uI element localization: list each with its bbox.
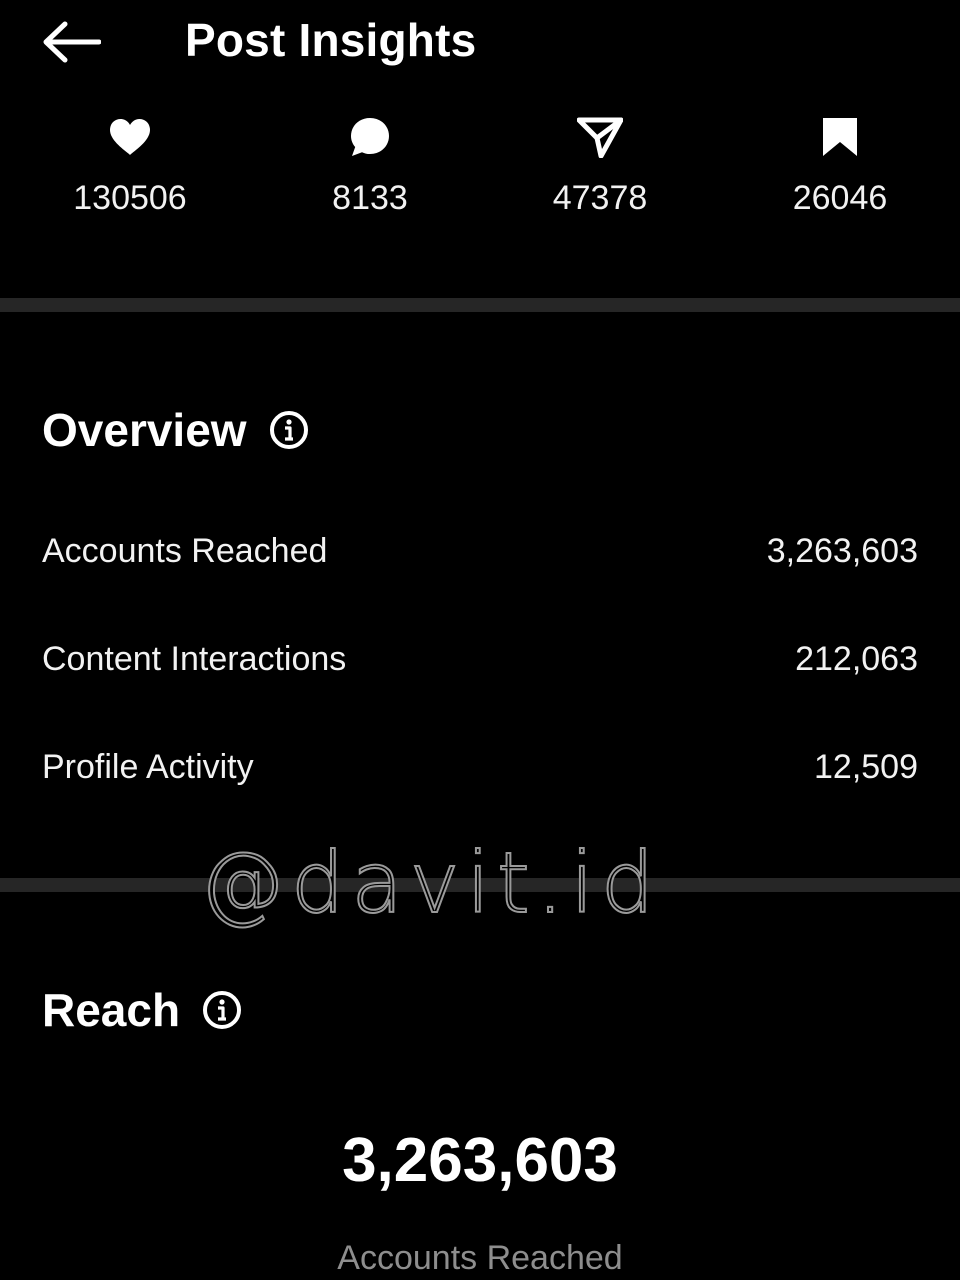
overview-section-title: Overview [42, 402, 309, 458]
share-icon [577, 117, 623, 158]
section-divider [0, 298, 960, 312]
accounts-reached-row[interactable]: Accounts Reached 3,263,603 [42, 526, 918, 576]
reach-caption: Accounts Reached [337, 1239, 623, 1277]
metric-label: Profile Activity [42, 747, 254, 786]
metric-value: 12,509 [814, 747, 918, 786]
comments-count: 8133 [332, 179, 408, 217]
bookmark-icon [823, 118, 857, 156]
metric-label: Accounts Reached [42, 531, 328, 570]
comments-stat[interactable]: 8133 [280, 112, 460, 232]
info-icon[interactable] [269, 410, 309, 450]
saves-stat[interactable]: 26046 [750, 112, 930, 232]
reach-total: 3,263,603 [342, 1126, 618, 1195]
reach-section-title: Reach [42, 982, 242, 1038]
header-bar: Post Insights [0, 0, 960, 90]
likes-stat[interactable]: 130506 [40, 112, 220, 232]
page-title: Post Insights [185, 14, 477, 66]
metric-label: Content Interactions [42, 639, 347, 678]
watermark: @davit.id [199, 834, 662, 932]
comment-icon [351, 118, 389, 156]
post-stats-row: 130506 8133 47378 26046 [0, 112, 960, 232]
saves-count: 26046 [792, 179, 888, 217]
content-interactions-row[interactable]: Content Interactions 212,063 [42, 634, 918, 684]
heart-icon [110, 119, 150, 155]
metric-value: 3,263,603 [766, 531, 918, 570]
profile-activity-row[interactable]: Profile Activity 12,509 [42, 742, 918, 792]
metric-value: 212,063 [795, 639, 918, 678]
back-button[interactable] [38, 14, 104, 70]
shares-count: 47378 [552, 179, 648, 217]
overview-title: Overview [42, 404, 247, 456]
arrow-left-icon [43, 21, 101, 63]
shares-stat[interactable]: 47378 [510, 112, 690, 232]
info-icon[interactable] [202, 990, 242, 1030]
reach-title: Reach [42, 984, 181, 1036]
likes-count: 130506 [73, 179, 187, 217]
